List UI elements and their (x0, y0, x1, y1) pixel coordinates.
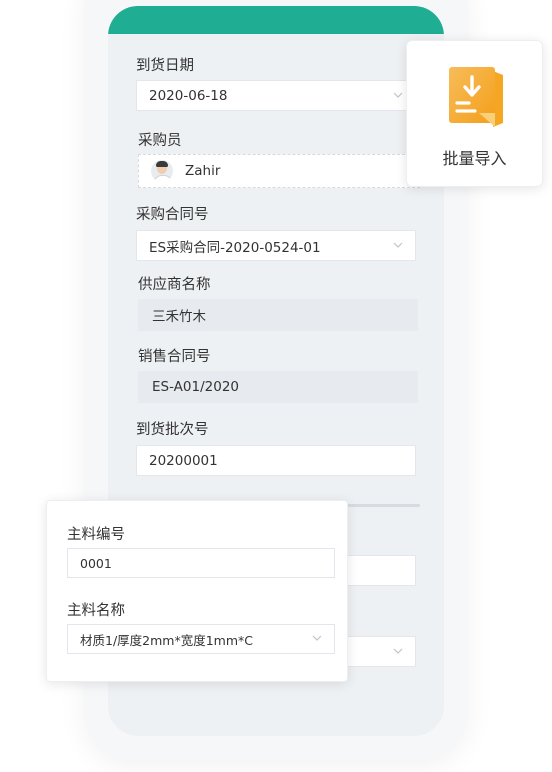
supplier-label: 供应商名称 (138, 277, 211, 293)
purchaser-name: Zahir (185, 163, 221, 179)
chevron-down-icon (393, 648, 403, 654)
material-code-label: 主料编号 (67, 527, 125, 543)
batch-label: 到货批次号 (136, 422, 209, 438)
sales-contract-readonly-field: ES-A01/2020 (138, 371, 418, 403)
avatar (151, 160, 173, 182)
material-name-value: 材质1/厚度2mm*宽度1mm*C (80, 632, 254, 648)
arrival-date-label: 到货日期 (136, 58, 194, 74)
material-name-select[interactable]: 材质1/厚度2mm*宽度1mm*C (67, 624, 335, 654)
batch-import-label: 批量导入 (442, 149, 507, 168)
sales-contract-label: 销售合同号 (138, 349, 211, 365)
purchaser-field[interactable]: Zahir (138, 154, 420, 188)
chevron-down-icon (312, 635, 322, 641)
supplier-readonly-field: 三禾竹木 (138, 299, 418, 331)
material-card: 主料编号 0001 主料名称 材质1/厚度2mm*宽度1mm*C (46, 500, 348, 682)
material-code-value: 0001 (80, 555, 112, 571)
arrival-date-select[interactable]: 2020-06-18 (136, 80, 416, 111)
app-header-bar (108, 6, 444, 34)
purchase-contract-select[interactable]: ES采购合同-2020-0524-01 (136, 230, 416, 261)
material-code-input[interactable]: 0001 (67, 548, 335, 578)
supplier-value: 三禾竹木 (152, 309, 206, 325)
purchaser-label: 采购员 (138, 133, 182, 149)
purchase-contract-label: 采购合同号 (136, 207, 209, 223)
purchase-contract-value: ES采购合同-2020-0524-01 (149, 239, 321, 256)
sales-contract-value: ES-A01/2020 (152, 379, 239, 395)
batch-input[interactable]: 20200001 (136, 445, 416, 476)
arrival-date-value: 2020-06-18 (149, 87, 228, 104)
batch-value: 20200001 (149, 452, 218, 469)
download-file-icon (449, 67, 503, 127)
chevron-down-icon (393, 92, 403, 98)
chevron-down-icon (393, 242, 403, 248)
material-name-label: 主料名称 (67, 603, 125, 619)
batch-import-card[interactable]: 批量导入 (406, 40, 543, 187)
